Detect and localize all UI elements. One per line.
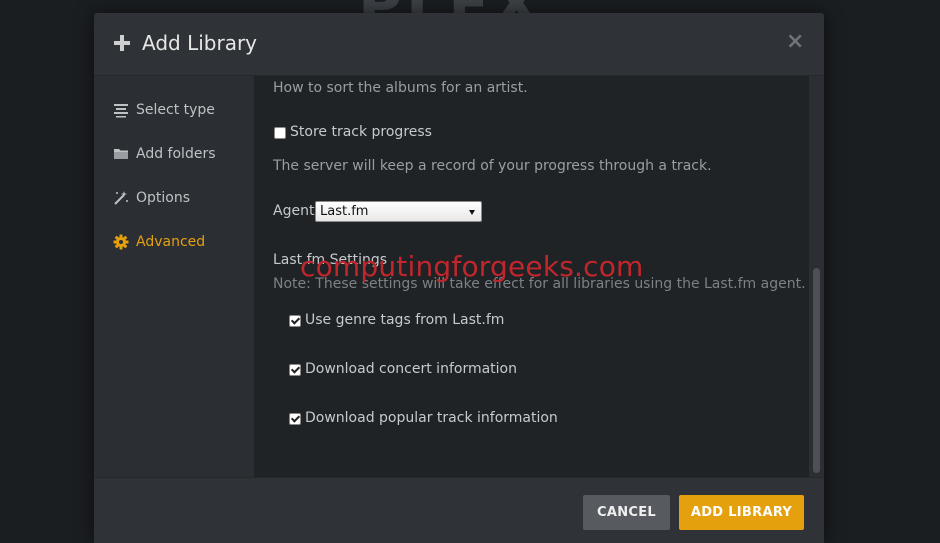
agent-select-value: Last.fm: [320, 204, 369, 219]
dialog-footer: CANCEL ADD LIBRARY: [94, 477, 824, 543]
store-track-progress-help-text: The server will keep a record of your pr…: [273, 158, 712, 174]
sidebar-item-label: Options: [136, 190, 191, 206]
store-track-progress-label: Store track progress: [290, 124, 432, 140]
genre-tags-checkbox[interactable]: [289, 315, 301, 327]
concert-info-checkbox[interactable]: [289, 364, 301, 376]
add-library-button[interactable]: ADD LIBRARY: [679, 495, 804, 530]
chevron-down-icon: [469, 210, 475, 215]
magic-wand-icon: [114, 191, 128, 205]
dialog-header: Add Library ×: [94, 13, 824, 76]
sidebar-item-advanced[interactable]: Advanced: [94, 228, 254, 260]
sidebar-item-label: Select type: [136, 102, 215, 118]
close-icon[interactable]: ×: [786, 29, 804, 54]
gear-icon: [113, 234, 129, 250]
concert-info-label: Download concert information: [305, 361, 517, 377]
plus-icon: [114, 35, 130, 51]
list-icon: [114, 104, 128, 118]
cancel-button[interactable]: CANCEL: [583, 495, 670, 530]
agent-label: Agent: [273, 203, 315, 219]
store-track-progress-checkbox[interactable]: [274, 127, 286, 139]
content-scrollbar[interactable]: [811, 76, 824, 477]
sidebar-item-label: Advanced: [136, 234, 206, 250]
sidebar-item-add-folders[interactable]: Add folders: [94, 140, 254, 172]
album-sort-help-text: How to sort the albums for an artist.: [273, 80, 528, 96]
dialog-title: Add Library: [142, 31, 258, 55]
dialog-sidebar: Select type Add folders Options Advanced: [94, 76, 254, 477]
sidebar-item-label: Add folders: [136, 146, 216, 162]
agent-select[interactable]: Last.fm: [315, 201, 482, 222]
scrollbar-thumb[interactable]: [813, 268, 820, 473]
watermark-text: computingforgeeks.com: [300, 250, 644, 283]
popular-track-info-label: Download popular track information: [305, 410, 558, 426]
sidebar-item-select-type[interactable]: Select type: [94, 96, 254, 128]
genre-tags-label: Use genre tags from Last.fm: [305, 312, 505, 328]
sidebar-item-options[interactable]: Options: [94, 184, 254, 216]
popular-track-info-checkbox[interactable]: [289, 413, 301, 425]
folder-icon: [114, 149, 128, 159]
